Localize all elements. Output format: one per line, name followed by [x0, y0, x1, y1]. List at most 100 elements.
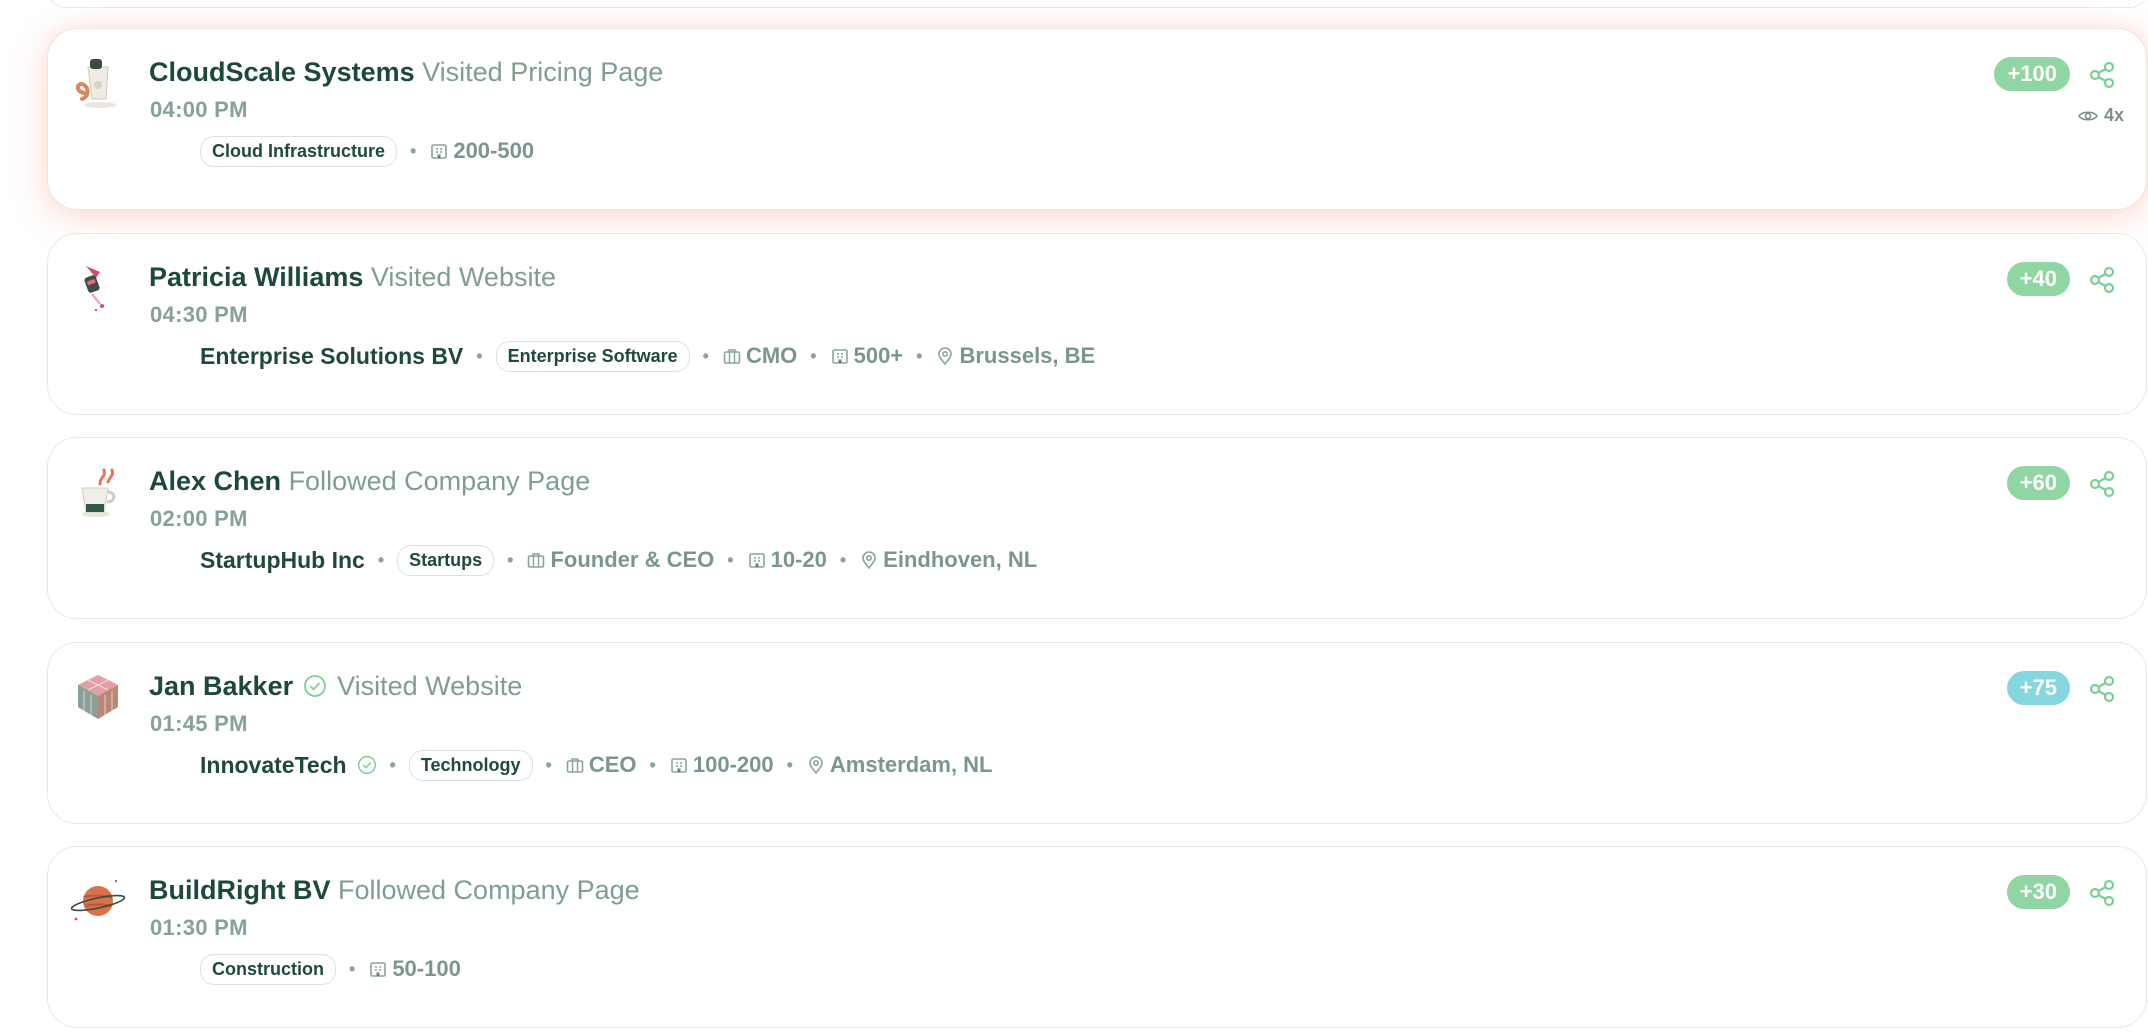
- separator-dot: •: [507, 549, 514, 570]
- company-name[interactable]: Enterprise Solutions BV: [200, 343, 463, 370]
- map-pin-icon: [809, 756, 823, 775]
- activity-card[interactable]: Jan Bakker Visited Website 01:45 PM Innov…: [47, 642, 2147, 824]
- activity-action: Visited Website: [337, 671, 523, 701]
- contact-meta: Construction • 50-100: [200, 952, 461, 986]
- contact-name[interactable]: CloudScale Systems: [149, 57, 415, 87]
- contact-name[interactable]: Patricia Williams: [149, 262, 363, 292]
- view-count: 4x: [2078, 105, 2124, 126]
- separator-dot: •: [410, 140, 417, 161]
- company-size-label: 100-200: [692, 752, 774, 777]
- separator-dot: •: [839, 549, 847, 570]
- score-badge: +30: [2006, 875, 2070, 909]
- separator-dot: •: [649, 754, 656, 775]
- share-icon[interactable]: [2087, 60, 2117, 90]
- location-label: Eindhoven, NL: [883, 547, 1038, 572]
- company-name[interactable]: StartupHub Inc: [200, 547, 365, 574]
- activity-action: Visited Pricing Page: [422, 57, 664, 87]
- separator-dot: •: [545, 754, 552, 775]
- job-role: CMO: [722, 343, 797, 369]
- industry-chip: Enterprise Software: [495, 340, 690, 372]
- location: Amsterdam, NL: [806, 752, 993, 778]
- view-count-label: 4x: [2103, 105, 2124, 125]
- activity-action: Visited Website: [370, 262, 556, 292]
- contact-name[interactable]: Alex Chen: [149, 466, 281, 496]
- rocket-icon: [84, 266, 104, 312]
- activity-action: Followed Company Page: [288, 466, 591, 496]
- separator-dot: •: [349, 958, 356, 979]
- job-role-label: Founder & CEO: [550, 547, 715, 572]
- location: Brussels, BE: [935, 343, 1095, 369]
- job-role-label: CMO: [745, 343, 798, 368]
- previous-card-edge: [47, 0, 2148, 8]
- activity-card[interactable]: BuildRight BV Followed Company Page 01:3…: [47, 846, 2147, 1028]
- separator-dot: •: [810, 345, 817, 366]
- activity-time: 04:30 PM: [150, 302, 248, 327]
- eye-icon: [2078, 110, 2098, 121]
- industry-chip: Technology: [408, 749, 533, 781]
- company-size-label: 500+: [853, 343, 904, 368]
- activity-card[interactable]: Alex Chen Followed Company Page 02:00 PM…: [47, 437, 2147, 619]
- building-icon: [431, 144, 448, 159]
- industry-chip: Cloud Infrastructure: [200, 135, 398, 167]
- briefcase-icon: [528, 553, 545, 568]
- activity-action: Followed Company Page: [338, 875, 640, 905]
- contact-name[interactable]: BuildRight BV: [149, 875, 330, 905]
- company-name[interactable]: InnovateTech: [200, 752, 347, 779]
- separator-dot: •: [916, 345, 923, 366]
- building-icon: [748, 553, 765, 568]
- contact-meta: Cloud Infrastructure • 200-500: [200, 134, 534, 168]
- map-pin-icon: [862, 551, 876, 570]
- industry-chip: Construction: [200, 953, 336, 985]
- location: Eindhoven, NL: [859, 547, 1037, 573]
- company-size: 100-200: [669, 752, 774, 778]
- verified-check-icon: [304, 674, 327, 697]
- separator-dot: •: [727, 549, 734, 570]
- contact-meta: Enterprise Solutions BV • Enterprise Sof…: [200, 339, 1095, 373]
- contact-meta: InnovateTech • Technology • CEO • 100-20…: [200, 748, 993, 782]
- company-size-label: 10-20: [770, 547, 827, 572]
- verified-check-icon: [357, 755, 376, 775]
- mug-icon: [81, 468, 116, 517]
- job-role: Founder & CEO: [526, 547, 714, 573]
- share-icon[interactable]: [2087, 674, 2117, 704]
- share-icon[interactable]: [2087, 265, 2117, 295]
- separator-dot: •: [377, 549, 385, 570]
- company-size: 10-20: [747, 547, 827, 573]
- score-badge: +60: [2006, 466, 2070, 500]
- company-size-label: 50-100: [392, 956, 461, 981]
- activity-time: 02:00 PM: [150, 506, 248, 531]
- activity-time: 01:30 PM: [150, 915, 248, 940]
- location-label: Amsterdam, NL: [829, 752, 993, 777]
- activity-feed: CloudScale Systems Visited Pricing Page …: [0, 0, 2148, 1034]
- job-role: CEO: [565, 752, 637, 778]
- activity-card[interactable]: Patricia Williams Visited Website 04:30 …: [47, 233, 2147, 415]
- share-icon[interactable]: [2087, 878, 2117, 908]
- building-icon: [831, 349, 848, 364]
- separator-dot: •: [476, 345, 483, 366]
- activity-time: 01:45 PM: [150, 711, 248, 736]
- map-pin-icon: [938, 347, 953, 366]
- activity-time: 04:00 PM: [150, 97, 248, 122]
- cube-icon: [78, 675, 118, 719]
- score-badge: +75: [2006, 671, 2070, 705]
- company-size: 50-100: [368, 956, 461, 982]
- building-icon: [370, 962, 387, 977]
- separator-dot: •: [702, 345, 709, 366]
- score-badge: +100: [1994, 57, 2070, 91]
- location-label: Brussels, BE: [959, 343, 1096, 368]
- separator-dot: •: [786, 754, 793, 775]
- industry-chip: Startups: [397, 544, 495, 576]
- share-icon[interactable]: [2087, 469, 2117, 499]
- score-badge: +40: [2006, 262, 2070, 296]
- building-icon: [671, 758, 687, 773]
- briefcase-icon: [723, 349, 741, 364]
- job-role-label: CEO: [588, 752, 637, 777]
- contact-name[interactable]: Jan Bakker: [149, 671, 293, 701]
- activity-card[interactable]: CloudScale Systems Visited Pricing Page …: [47, 28, 2147, 210]
- contact-meta: StartupHub Inc • Startups • Founder & CE…: [200, 543, 1037, 577]
- separator-dot: •: [389, 754, 396, 775]
- company-size: 500+: [830, 343, 904, 369]
- company-size-label: 200-500: [453, 138, 535, 163]
- coffee-cup-icon: [76, 59, 116, 108]
- planet-icon: [70, 879, 126, 921]
